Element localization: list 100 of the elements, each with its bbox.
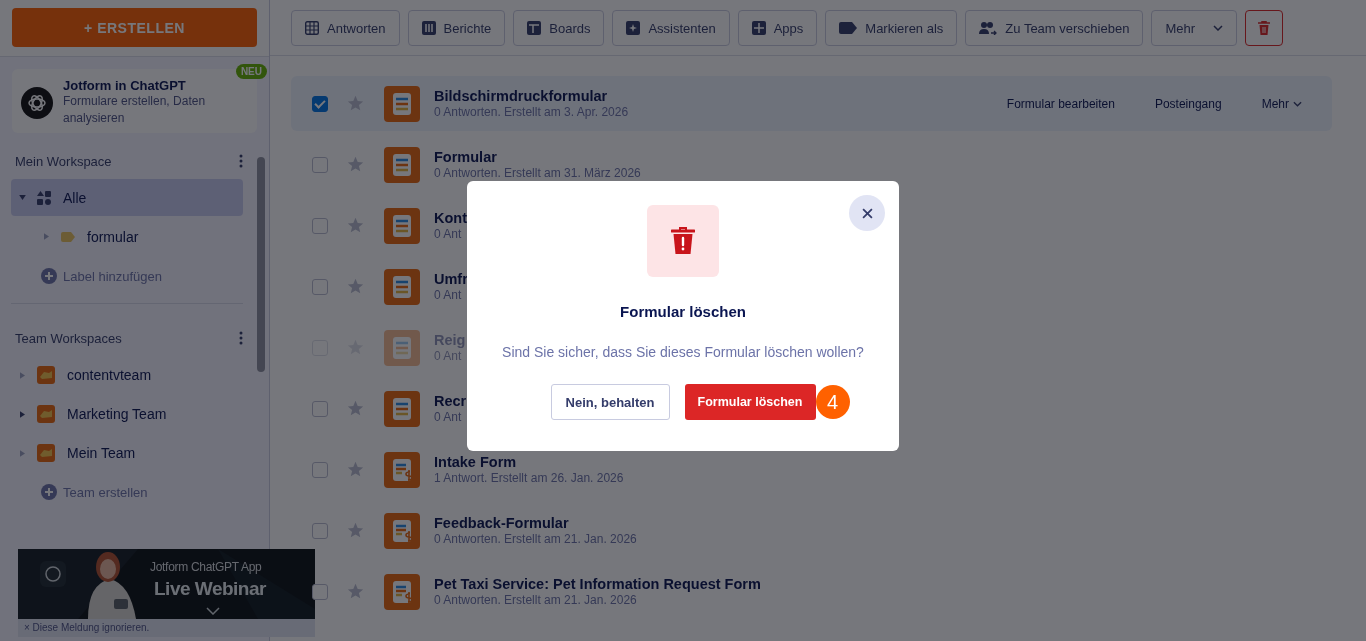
add-label-link[interactable]: Label hinzufügen xyxy=(41,257,163,295)
star-icon[interactable] xyxy=(347,461,364,478)
tag-icon xyxy=(839,21,858,35)
scrollbar[interactable] xyxy=(257,157,265,372)
form-title[interactable]: Recr xyxy=(434,393,467,410)
star-icon[interactable] xyxy=(347,522,364,539)
star-icon[interactable] xyxy=(347,95,364,112)
team-item[interactable]: Mein Team xyxy=(11,434,243,472)
row-action-button[interactable]: Mehr xyxy=(1245,92,1318,115)
star-icon[interactable] xyxy=(347,156,364,173)
form-title[interactable]: Feedback-Formular xyxy=(434,515,637,532)
team-avatar-icon xyxy=(37,366,55,384)
team-avatar-icon xyxy=(37,405,55,423)
checkbox[interactable] xyxy=(312,156,328,173)
form-icon xyxy=(384,146,420,183)
trash-warning-icon xyxy=(647,205,719,277)
more-icon[interactable] xyxy=(239,154,243,168)
team-move-icon xyxy=(979,21,998,35)
chevron-down-icon[interactable] xyxy=(206,607,220,615)
toolbar-button[interactable]: Mehr xyxy=(1151,10,1237,46)
delete-confirm-button[interactable]: Formular löschen xyxy=(684,384,816,420)
delete-button[interactable] xyxy=(1245,10,1283,46)
checkbox[interactable] xyxy=(312,278,328,295)
dialog-message: Sind Sie sicher, dass Sie dieses Formular löschen wollen? xyxy=(502,344,864,360)
close-icon xyxy=(861,207,873,219)
checkbox[interactable] xyxy=(312,217,328,234)
chevron-down-icon xyxy=(1293,100,1302,107)
team-item[interactable]: contentvteam xyxy=(11,356,243,394)
step-badge: 4 xyxy=(815,385,850,419)
checkbox[interactable] xyxy=(312,461,328,478)
toolbar-button[interactable]: Assistenten xyxy=(612,10,730,46)
checkbox[interactable] xyxy=(312,95,328,112)
caret-icon[interactable] xyxy=(20,410,25,418)
caret-icon[interactable] xyxy=(19,195,26,200)
apps-icon xyxy=(751,21,766,35)
form-meta: 0 Ant xyxy=(434,410,463,424)
form-meta: 1 Antwort. Erstellt am 26. Jan. 2026 xyxy=(434,471,624,485)
trash-icon xyxy=(1258,21,1270,35)
form-title[interactable]: Umfr xyxy=(434,271,468,288)
toolbar-button[interactable]: Berichte xyxy=(407,10,506,46)
form-meta: 0 Antworten. Erstellt am 21. Jan. 2026 xyxy=(434,532,637,546)
form-icon xyxy=(384,85,420,122)
row-action-button[interactable]: Posteingang xyxy=(1138,92,1238,115)
form-title[interactable]: Pet Taxi Service: Pet Information Request Form xyxy=(434,576,761,593)
star-icon[interactable] xyxy=(347,278,364,295)
form-title[interactable]: Formular xyxy=(434,149,641,166)
caret-icon[interactable] xyxy=(20,371,25,379)
checkbox[interactable] xyxy=(312,400,328,417)
form-title[interactable]: Bildschirmdruckformular xyxy=(434,88,629,105)
banner-subtitle: Jotform ChatGPT App xyxy=(150,560,262,574)
star-icon[interactable] xyxy=(347,583,364,600)
toolbar-button[interactable]: Boards xyxy=(513,10,605,46)
label-icon xyxy=(61,231,75,242)
caret-icon[interactable] xyxy=(20,449,25,457)
form-meta: 0 Ant xyxy=(434,288,463,302)
create-button[interactable]: + ERSTELLEN xyxy=(12,8,257,47)
toolbar-button[interactable]: Antworten xyxy=(291,10,400,46)
section-title: Mein Workspace xyxy=(15,153,112,169)
create-team-link[interactable]: Team erstellen xyxy=(41,473,148,511)
close-button[interactable] xyxy=(849,195,885,231)
caret-icon[interactable] xyxy=(44,233,49,240)
promo-text: Formulare erstellen, Daten analysieren xyxy=(63,93,207,127)
form-icon xyxy=(384,268,420,305)
form-meta: 0 Antworten. Erstellt am 21. Jan. 2026 xyxy=(434,593,638,607)
payment-form-icon xyxy=(384,573,420,610)
star-icon[interactable] xyxy=(347,400,364,417)
chevron-down-icon xyxy=(1213,25,1223,31)
workspace-item[interactable]: formular xyxy=(11,218,243,255)
bar-chart-icon xyxy=(421,21,436,35)
star-icon[interactable] xyxy=(347,217,364,234)
workspace-item[interactable]: Alle xyxy=(11,179,243,216)
grid-icon xyxy=(37,190,51,205)
new-badge: NEU xyxy=(235,64,267,79)
section-title: Team Workspaces xyxy=(15,330,122,346)
cancel-button[interactable]: Nein, behalten xyxy=(550,384,670,420)
form-title[interactable]: Kont xyxy=(434,210,467,227)
dialog-title: Formular löschen xyxy=(620,303,746,320)
checkbox[interactable] xyxy=(312,583,328,600)
webinar-banner[interactable]: Jotform ChatGPT App Live Webinar × Diese Meldung ignorieren. xyxy=(18,549,315,637)
form-meta: 0 Antworten. Erstellt am 31. März 2026 xyxy=(434,166,641,180)
banner-title: Live Webinar xyxy=(154,578,266,600)
promo-title: Jotform in ChatGPT xyxy=(63,78,187,93)
row-action-button[interactable]: Formular bearbeiten xyxy=(990,92,1131,115)
form-title[interactable]: Intake Form xyxy=(434,454,624,471)
toolbar-button[interactable]: Markieren als xyxy=(825,10,958,46)
team-item[interactable]: Marketing Team xyxy=(11,395,243,433)
chatgpt-logo-icon xyxy=(21,86,53,119)
payment-form-icon xyxy=(384,512,420,549)
board-icon xyxy=(527,21,542,35)
table-icon xyxy=(305,21,319,35)
more-icon[interactable] xyxy=(239,331,243,345)
dismiss-link[interactable]: × Diese Meldung ignorieren. xyxy=(24,622,150,633)
toolbar-button[interactable]: Apps xyxy=(737,10,818,46)
form-icon xyxy=(384,207,420,244)
team-avatar-icon xyxy=(37,444,55,462)
checkbox[interactable] xyxy=(312,522,328,539)
toolbar-button[interactable]: Zu Team verschieben xyxy=(965,10,1144,46)
plus-icon xyxy=(41,484,57,500)
payment-form-icon xyxy=(384,451,420,488)
form-icon xyxy=(384,390,420,427)
